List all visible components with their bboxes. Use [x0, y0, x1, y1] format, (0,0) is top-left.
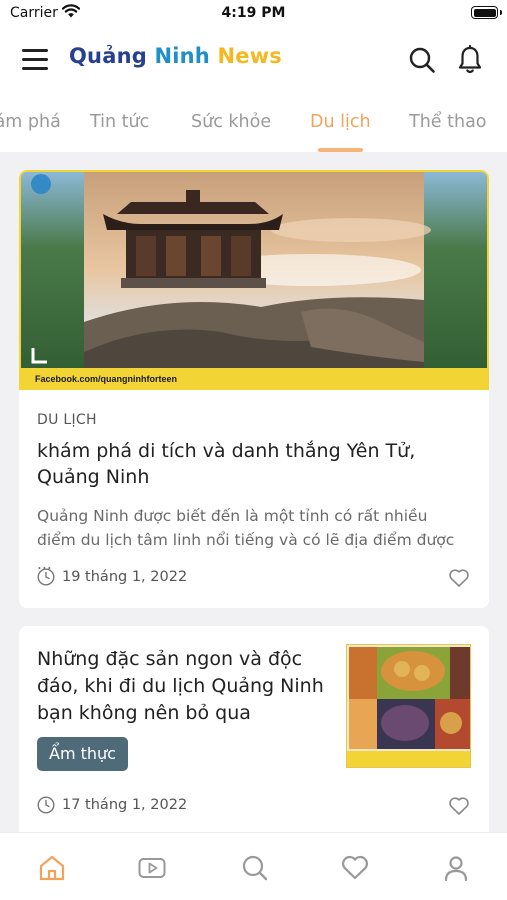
article-2-date: 17 tháng 1, 2022: [62, 797, 188, 813]
heart-icon[interactable]: [340, 853, 370, 883]
article-2-title[interactable]: Những đặc sản ngon và độc đáo, khi đi du…: [37, 646, 342, 727]
logo-word-3: News: [217, 44, 283, 68]
status-time: 4:19 PM: [221, 5, 286, 21]
tab-du-lich[interactable]: Du lịch: [310, 112, 371, 132]
logo-word-1: Quảng: [69, 44, 147, 68]
profile-icon[interactable]: [441, 853, 471, 883]
app-logo: Quảng Ninh News: [69, 44, 282, 68]
home-icon[interactable]: [37, 853, 67, 883]
clock-icon: [37, 568, 55, 586]
logo-word-2: Ninh: [154, 44, 210, 68]
favorite-heart-icon[interactable]: [448, 568, 470, 588]
food-photo: [347, 645, 470, 767]
menu-icon[interactable]: [22, 49, 48, 70]
battery-icon: [471, 6, 502, 19]
article-category: DU LỊCH: [37, 412, 97, 428]
search-icon[interactable]: [408, 46, 436, 74]
article-title[interactable]: khám phá di tích và danh thắng Yên Tử, Q…: [37, 438, 467, 490]
article-2-date-row: 17 tháng 1, 2022: [37, 796, 187, 814]
article-date: 19 tháng 1, 2022: [62, 569, 188, 585]
article-card-2[interactable]: Những đặc sản ngon và độc đáo, khi đi du…: [19, 626, 489, 836]
tab-the-thao[interactable]: Thể thao: [409, 112, 487, 132]
search-icon[interactable]: [240, 853, 270, 883]
article-excerpt: Quảng Ninh được biết đến là một tỉnh có …: [37, 507, 455, 573]
article-date-row: 19 tháng 1, 2022: [37, 568, 187, 586]
tab-suc-khoe[interactable]: Sức khỏe: [191, 112, 271, 132]
active-tab-indicator: [318, 148, 363, 152]
pagoda-shape: [103, 190, 283, 288]
image-caption: Facebook.com/quangninhforteen: [35, 374, 177, 384]
bell-icon[interactable]: [456, 45, 484, 75]
tab-tin-tuc[interactable]: Tin tức: [90, 112, 149, 132]
bottom-navigation: [0, 832, 507, 900]
article-hero-image[interactable]: Facebook.com/quangninhforteen: [19, 170, 489, 390]
favorite-heart-icon[interactable]: [448, 796, 470, 816]
category-tabs: Khám phá Tin tức Sức khỏe Du lịch Thể th…: [0, 88, 507, 152]
status-bar: Carrier 4:19 PM: [0, 0, 507, 30]
video-icon[interactable]: [137, 853, 167, 883]
article-2-thumbnail[interactable]: [346, 644, 471, 768]
app-header: Quảng Ninh News: [0, 30, 507, 88]
pagoda-photo: Facebook.com/quangninhforteen: [21, 172, 487, 388]
featured-article-card[interactable]: Facebook.com/quangninhforteen DU LỊCH kh…: [19, 170, 489, 608]
category-chip[interactable]: Ẩm thực: [37, 737, 128, 771]
tab-kham-pha[interactable]: Khám phá: [0, 112, 61, 132]
clock-icon: [37, 796, 55, 814]
